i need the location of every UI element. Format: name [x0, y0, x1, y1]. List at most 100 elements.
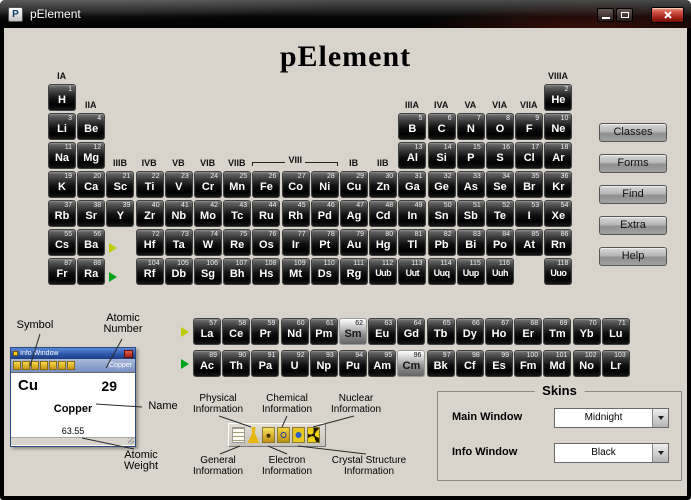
element-tile-te[interactable]: 52Te	[486, 200, 514, 227]
element-tile-hf[interactable]: 72Hf	[136, 229, 164, 256]
element-tile-ho[interactable]: 67Ho	[485, 318, 513, 345]
element-tile-f[interactable]: 9F	[515, 113, 543, 140]
element-tile-sr[interactable]: 38Sr	[77, 200, 105, 227]
element-tile-lr[interactable]: 103Lr	[602, 350, 630, 377]
element-tile-u[interactable]: 92U	[281, 350, 309, 377]
element-tile-cd[interactable]: 48Cd	[369, 200, 397, 227]
minimize-button[interactable]	[597, 8, 614, 22]
element-tile-b[interactable]: 5B	[398, 113, 426, 140]
main-window-skin-select[interactable]: Midnight	[554, 408, 669, 428]
element-tile-no[interactable]: 102No	[573, 350, 601, 377]
element-tile-bi[interactable]: 83Bi	[457, 229, 485, 256]
element-tile-uuq[interactable]: 114Uuq	[428, 258, 456, 285]
main-window-skin-dropdown-button[interactable]	[652, 409, 668, 427]
element-tile-s[interactable]: 16S	[486, 142, 514, 169]
classes-button[interactable]: Classes	[599, 123, 667, 142]
element-tile-er[interactable]: 68Er	[514, 318, 542, 345]
element-tile-as[interactable]: 33As	[457, 171, 485, 198]
element-tile-sb[interactable]: 51Sb	[457, 200, 485, 227]
element-tile-ir[interactable]: 77Ir	[282, 229, 310, 256]
element-tile-uut[interactable]: 113Uut	[398, 258, 426, 285]
find-button[interactable]: Find	[599, 185, 667, 204]
element-tile-tl[interactable]: 81Tl	[398, 229, 426, 256]
element-tile-p[interactable]: 15P	[457, 142, 485, 169]
element-tile-si[interactable]: 14Si	[428, 142, 456, 169]
element-tile-tm[interactable]: 69Tm	[543, 318, 571, 345]
element-tile-nd[interactable]: 60Nd	[281, 318, 309, 345]
element-tile-am[interactable]: 95Am	[368, 350, 396, 377]
element-tile-at[interactable]: 85At	[515, 229, 543, 256]
element-tile-ni[interactable]: 28Ni	[311, 171, 339, 198]
element-tile-nb[interactable]: 41Nb	[165, 200, 193, 227]
element-tile-ca[interactable]: 20Ca	[77, 171, 105, 198]
element-tile-uup[interactable]: 115Uup	[457, 258, 485, 285]
element-tile-w[interactable]: 74W	[194, 229, 222, 256]
element-tile-cr[interactable]: 24Cr	[194, 171, 222, 198]
element-tile-bh[interactable]: 107Bh	[223, 258, 251, 285]
element-tile-o[interactable]: 8O	[486, 113, 514, 140]
element-tile-re[interactable]: 75Re	[223, 229, 251, 256]
element-tile-sg[interactable]: 106Sg	[194, 258, 222, 285]
element-tile-c[interactable]: 6C	[428, 113, 456, 140]
element-tile-cm[interactable]: 96Cm	[397, 350, 425, 377]
element-tile-co[interactable]: 27Co	[282, 171, 310, 198]
element-tile-hs[interactable]: 108Hs	[252, 258, 280, 285]
element-tile-pb[interactable]: 82Pb	[428, 229, 456, 256]
element-tile-dy[interactable]: 66Dy	[456, 318, 484, 345]
element-tile-ne[interactable]: 10Ne	[544, 113, 572, 140]
element-tile-se[interactable]: 34Se	[486, 171, 514, 198]
element-tile-tc[interactable]: 43Tc	[223, 200, 251, 227]
element-tile-cl[interactable]: 17Cl	[515, 142, 543, 169]
element-tile-bk[interactable]: 97Bk	[427, 350, 455, 377]
element-tile-fr[interactable]: 87Fr	[48, 258, 76, 285]
element-tile-rg[interactable]: 111Rg	[340, 258, 368, 285]
element-tile-mo[interactable]: 42Mo	[194, 200, 222, 227]
element-tile-mn[interactable]: 25Mn	[223, 171, 251, 198]
element-tile-sm[interactable]: 62Sm	[339, 318, 367, 345]
element-tile-yb[interactable]: 70Yb	[573, 318, 601, 345]
info-window-skin-select[interactable]: Black	[554, 443, 669, 463]
element-tile-ds[interactable]: 110Ds	[311, 258, 339, 285]
help-button[interactable]: Help	[599, 247, 667, 266]
element-tile-uub[interactable]: 112Uub	[369, 258, 397, 285]
element-tile-fm[interactable]: 100Fm	[514, 350, 542, 377]
element-tile-kr[interactable]: 36Kr	[544, 171, 572, 198]
element-tile-ag[interactable]: 47Ag	[340, 200, 368, 227]
element-tile-he[interactable]: 2He	[544, 84, 572, 111]
element-tile-sn[interactable]: 50Sn	[428, 200, 456, 227]
element-tile-cu[interactable]: 29Cu	[340, 171, 368, 198]
element-tile-pr[interactable]: 59Pr	[251, 318, 279, 345]
element-tile-au[interactable]: 79Au	[340, 229, 368, 256]
element-tile-la[interactable]: 57La	[193, 318, 221, 345]
element-tile-k[interactable]: 19K	[48, 171, 76, 198]
element-tile-in[interactable]: 49In	[398, 200, 426, 227]
element-tile-xe[interactable]: 54Xe	[544, 200, 572, 227]
forms-button[interactable]: Forms	[599, 154, 667, 173]
element-tile-rn[interactable]: 86Rn	[544, 229, 572, 256]
element-tile-db[interactable]: 105Db	[165, 258, 193, 285]
element-tile-mg[interactable]: 12Mg	[77, 142, 105, 169]
element-tile-ti[interactable]: 22Ti	[136, 171, 164, 198]
element-tile-ce[interactable]: 58Ce	[222, 318, 250, 345]
element-tile-v[interactable]: 23V	[165, 171, 193, 198]
element-tile-es[interactable]: 99Es	[485, 350, 513, 377]
element-tile-sc[interactable]: 21Sc	[106, 171, 134, 198]
element-tile-tb[interactable]: 65Tb	[427, 318, 455, 345]
element-tile-zn[interactable]: 30Zn	[369, 171, 397, 198]
element-tile-pa[interactable]: 91Pa	[251, 350, 279, 377]
element-tile-ac[interactable]: 89Ac	[193, 350, 221, 377]
maximize-button[interactable]	[616, 8, 633, 22]
element-tile-th[interactable]: 90Th	[222, 350, 250, 377]
element-tile-ba[interactable]: 56Ba	[77, 229, 105, 256]
element-tile-lu[interactable]: 71Lu	[602, 318, 630, 345]
element-tile-gd[interactable]: 64Gd	[397, 318, 425, 345]
element-tile-n[interactable]: 7N	[457, 113, 485, 140]
element-tile-pu[interactable]: 94Pu	[339, 350, 367, 377]
element-tile-be[interactable]: 4Be	[77, 113, 105, 140]
element-tile-br[interactable]: 35Br	[515, 171, 543, 198]
titlebar[interactable]: P pElement	[0, 0, 691, 28]
element-tile-i[interactable]: 53I	[515, 200, 543, 227]
element-tile-pt[interactable]: 78Pt	[311, 229, 339, 256]
element-tile-uuo[interactable]: 118Uuo	[544, 258, 572, 285]
element-tile-mt[interactable]: 109Mt	[282, 258, 310, 285]
